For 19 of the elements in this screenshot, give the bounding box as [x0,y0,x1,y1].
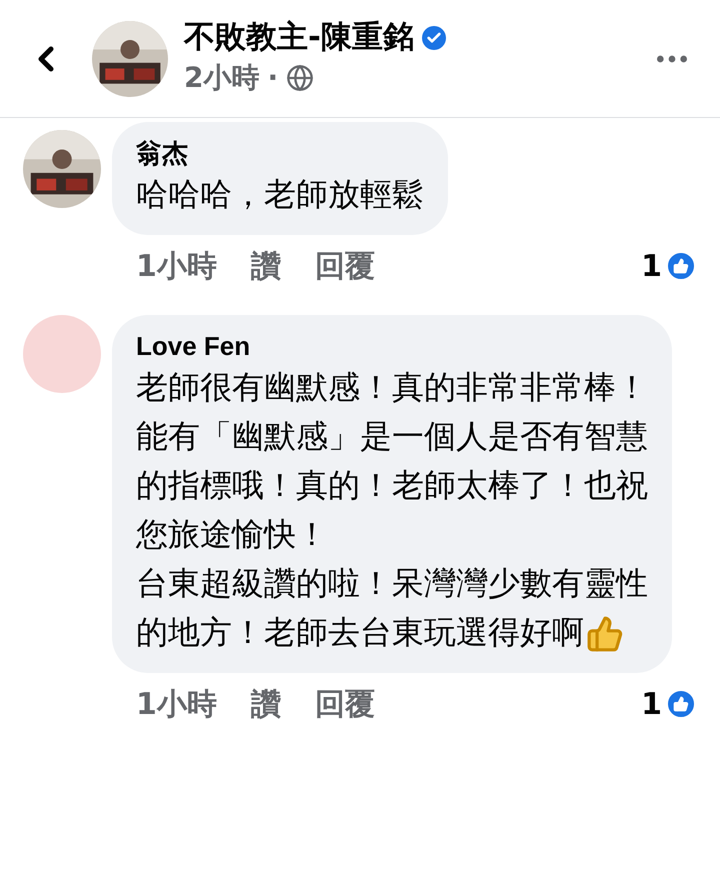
reply-link[interactable]: 回覆 [314,244,375,288]
globe-icon [286,64,314,92]
comment-text: 老師很有幽默感！真的非常非常棒！ [136,367,648,408]
thumbs-up-icon [586,615,624,654]
reply-link[interactable]: 回覆 [314,682,375,726]
comment-time: 1小時 [136,686,217,724]
like-count: 1 [641,686,662,724]
comment-author[interactable]: Love Fen [136,329,648,363]
separator: · [267,60,278,96]
comment-text: 能有「幽默感」是一個人是否有智慧的指標哦！真的！老師太棒了！也祝您旅途愉快！ [136,416,648,555]
like-link[interactable]: 讚 [250,244,281,288]
comment-text: 台東超級讚的啦！呆灣灣少數有靈性的地方！老師去台東玩選得好啊 [136,559,648,657]
like-link[interactable]: 讚 [250,682,281,726]
post-time: 2小時 [184,60,260,96]
comment-time: 1小時 [136,248,217,286]
comment-author[interactable]: 翁杰 [136,136,424,170]
comment-text: 哈哈哈，老師放輕鬆 [136,174,424,215]
page-name[interactable]: 不敗教主-陳重銘 [184,18,414,57]
like-count: 1 [641,248,662,286]
